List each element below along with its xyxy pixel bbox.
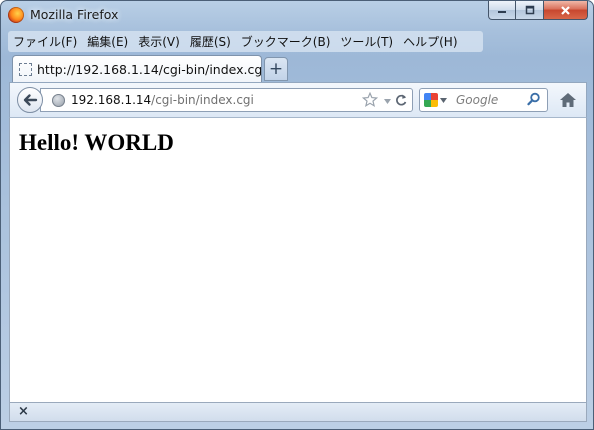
title-bar[interactable]: Mozilla Firefox bbox=[1, 1, 593, 29]
navigation-toolbar: 192.168.1.14/cgi-bin/index.cgi Google bbox=[9, 82, 587, 118]
maximize-button[interactable] bbox=[516, 1, 544, 20]
search-bar[interactable]: Google bbox=[419, 88, 548, 112]
magnifier-icon[interactable] bbox=[527, 92, 541, 106]
window-title: Mozilla Firefox bbox=[30, 7, 119, 22]
engine-dropdown-icon[interactable] bbox=[440, 98, 447, 104]
page-placeholder-icon bbox=[19, 63, 32, 76]
page-content: Hello! WORLD bbox=[9, 118, 587, 402]
url-host: 192.168.1.14 bbox=[71, 93, 152, 107]
browser-window: Mozilla Firefox ファイル(F) 編集(E) 表示(V) 履歴(S… bbox=[0, 0, 594, 430]
menu-history[interactable]: 履歴(S) bbox=[190, 33, 231, 50]
url-text[interactable]: 192.168.1.14/cgi-bin/index.cgi bbox=[71, 93, 254, 107]
url-bar[interactable]: 192.168.1.14/cgi-bin/index.cgi bbox=[40, 88, 413, 112]
addon-bar-close-button[interactable]: × bbox=[18, 404, 29, 419]
addon-bar: × bbox=[9, 402, 587, 422]
menu-help[interactable]: ヘルプ(H) bbox=[403, 33, 457, 50]
back-arrow-icon bbox=[23, 94, 38, 106]
menu-tools[interactable]: ツール(T) bbox=[340, 33, 393, 50]
plus-icon: + bbox=[268, 59, 284, 79]
menu-bar: ファイル(F) 編集(E) 表示(V) 履歴(S) ブックマーク(B) ツール(… bbox=[8, 31, 483, 52]
back-button[interactable] bbox=[17, 87, 43, 113]
dropdown-arrow-icon[interactable] bbox=[383, 97, 392, 106]
reload-icon[interactable] bbox=[394, 93, 408, 107]
new-tab-button[interactable]: + bbox=[264, 57, 288, 81]
tab-label: http://192.168.1.14/cgi-bin/index.cgi bbox=[37, 62, 261, 77]
menu-file[interactable]: ファイル(F) bbox=[13, 33, 77, 50]
url-path: /cgi-bin/index.cgi bbox=[151, 93, 254, 107]
globe-icon[interactable] bbox=[52, 94, 65, 107]
page-heading: Hello! WORLD bbox=[19, 130, 174, 155]
close-button[interactable] bbox=[544, 1, 588, 20]
tab-active[interactable]: http://192.168.1.14/cgi-bin/index.cgi bbox=[12, 55, 262, 83]
window-controls bbox=[488, 1, 588, 21]
minimize-icon bbox=[498, 11, 506, 13]
menu-edit[interactable]: 編集(E) bbox=[87, 33, 128, 50]
menu-bookmarks[interactable]: ブックマーク(B) bbox=[241, 33, 331, 50]
maximize-icon bbox=[525, 5, 534, 15]
minimize-button[interactable] bbox=[488, 1, 516, 20]
google-icon[interactable] bbox=[424, 93, 438, 107]
firefox-logo-icon[interactable] bbox=[8, 7, 24, 23]
close-icon bbox=[561, 5, 570, 15]
search-input[interactable]: Google bbox=[456, 93, 498, 107]
star-icon[interactable] bbox=[362, 92, 378, 108]
home-icon[interactable] bbox=[558, 91, 578, 109]
menu-view[interactable]: 表示(V) bbox=[138, 33, 180, 50]
